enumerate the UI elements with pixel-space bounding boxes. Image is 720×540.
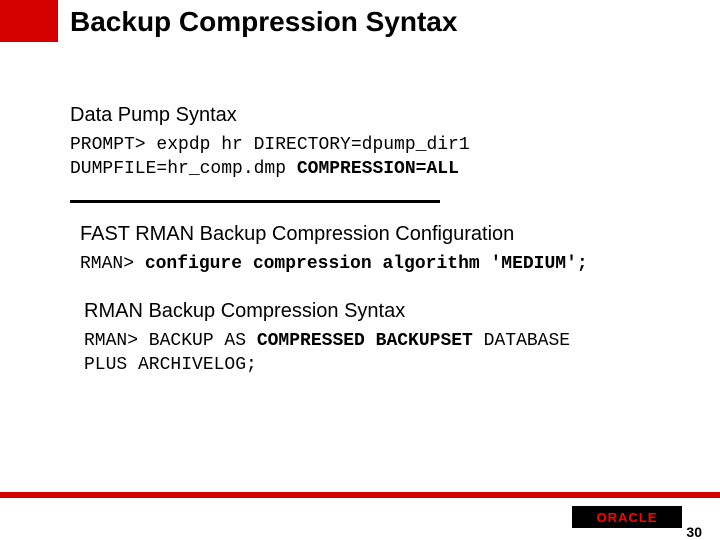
slide-content: Data Pump Syntax PROMPT> expdp hr DIRECT… [70,100,680,383]
oracle-logo: ORACLE [572,506,682,528]
section3-code: RMAN> BACKUP AS COMPRESSED BACKUPSET DAT… [84,329,680,378]
section-rman-config: FAST RMAN Backup Compression Configurati… [80,223,680,276]
section1-heading: Data Pump Syntax [70,104,680,127]
code-text: RMAN> [80,254,145,274]
code-bold: COMPRESSION=ALL [297,159,459,179]
code-text: RMAN> BACKUP AS [84,331,257,351]
code-text: DUMPFILE=hr_comp.dmp [70,159,297,179]
section3-heading: RMAN Backup Compression Syntax [84,300,680,323]
code-bold: configure compression algorithm 'MEDIUM'… [145,254,588,274]
code-text: PROMPT> expdp hr DIRECTORY=dpump_dir1 [70,135,470,155]
section-rman-syntax: RMAN Backup Compression Syntax RMAN> BAC… [84,300,680,378]
section-divider [70,200,440,203]
code-text: DATABASE [473,331,570,351]
section2-heading: FAST RMAN Backup Compression Configurati… [80,223,680,246]
corner-accent [0,0,58,42]
slide-title: Backup Compression Syntax [70,6,457,38]
section2-code: RMAN> configure compression algorithm 'M… [80,252,680,276]
footer-red-bar [0,492,720,498]
page-number: 30 [686,524,702,540]
code-bold: COMPRESSED BACKUPSET [257,331,473,351]
section-data-pump: Data Pump Syntax PROMPT> expdp hr DIRECT… [70,104,680,182]
section1-code: PROMPT> expdp hr DIRECTORY=dpump_dir1 DU… [70,133,680,182]
logo-text: ORACLE [597,510,658,525]
code-text: PLUS ARCHIVELOG; [84,355,257,375]
